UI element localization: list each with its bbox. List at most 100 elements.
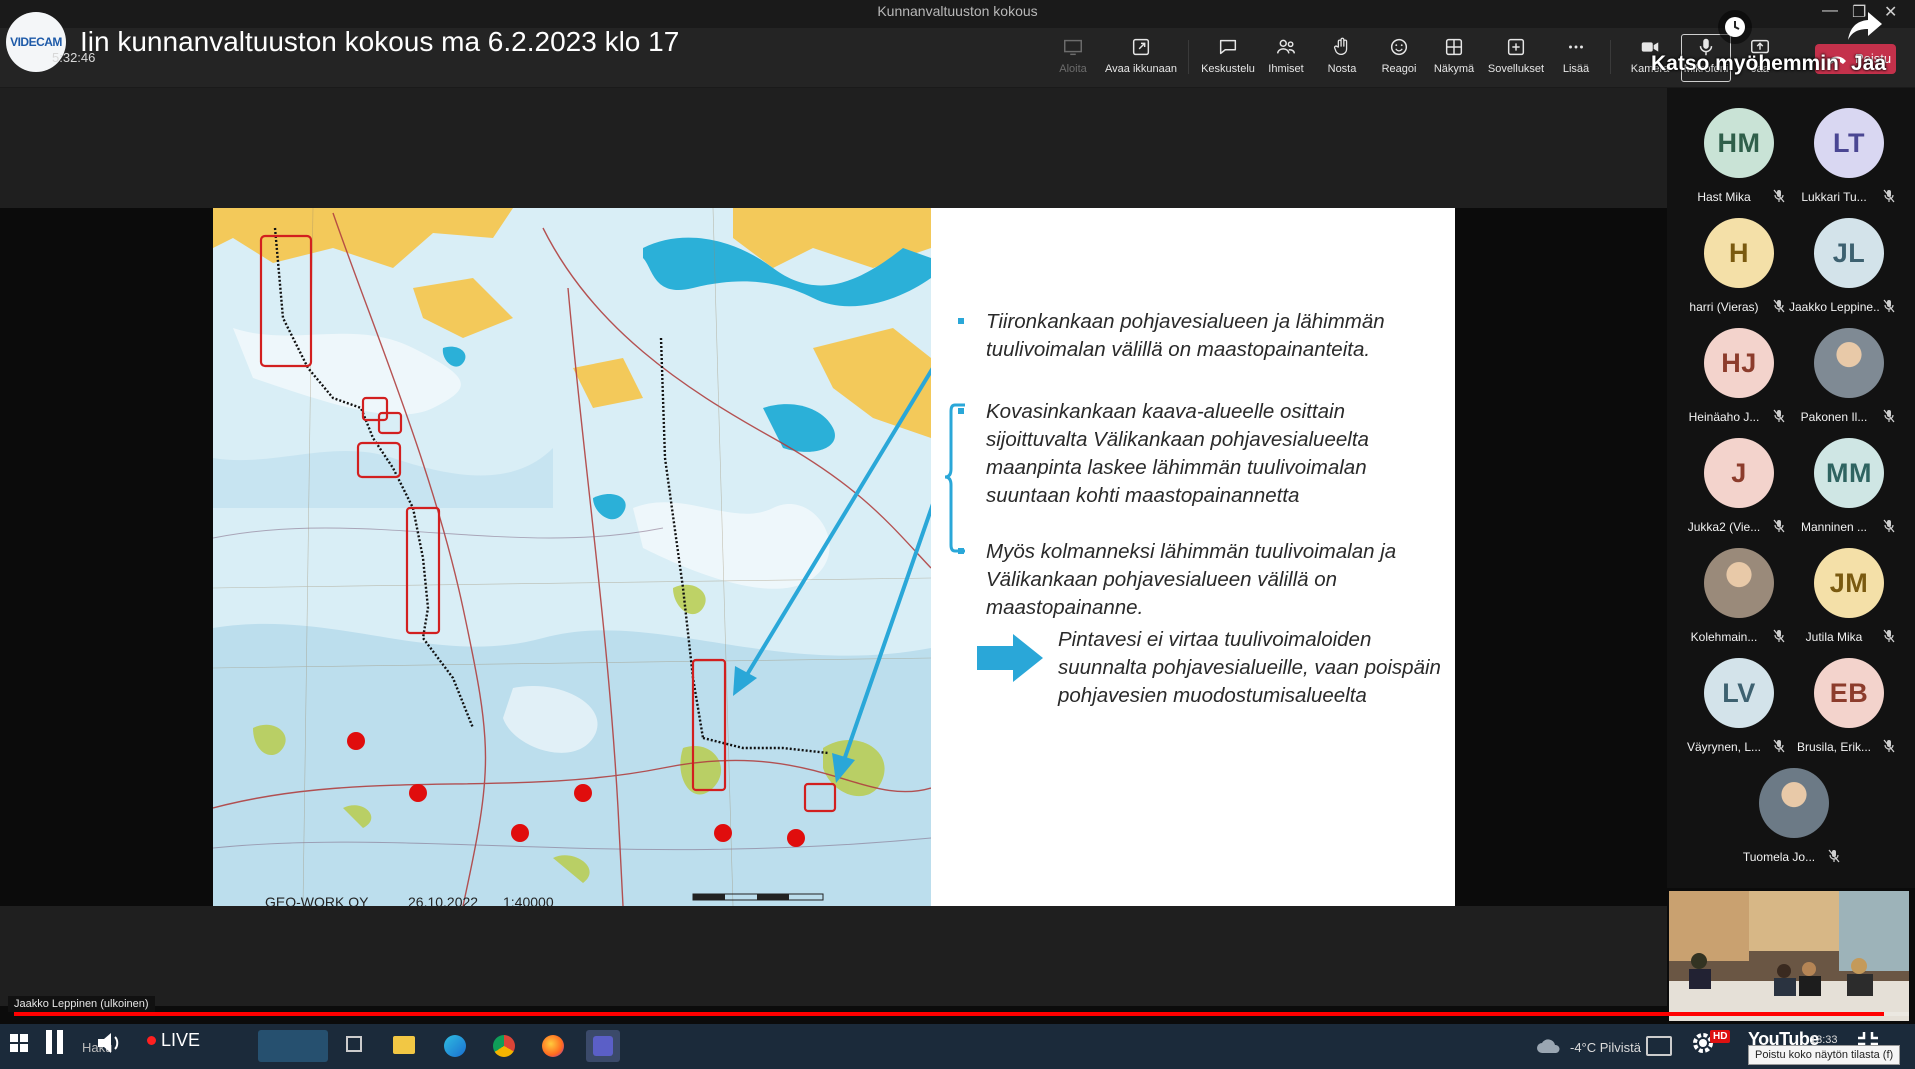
live-label[interactable]: LIVE	[161, 1030, 200, 1051]
reaction-icon	[1390, 38, 1408, 56]
watch-later-label[interactable]: Katso myöhemmin	[1651, 52, 1839, 76]
task-view-icon[interactable]	[346, 1036, 362, 1052]
meeting-title: Iin kunnanvaltuuston kokous ma 6.2.2023 …	[80, 26, 680, 57]
participant-avatar: JM	[1814, 548, 1884, 618]
participant-photo	[1814, 328, 1884, 398]
apps-plus-icon	[1507, 38, 1525, 56]
popout-label: Avaa ikkunaan	[1105, 63, 1177, 75]
participant-tile[interactable]: HJ Heinäaho J...	[1679, 328, 1789, 438]
participant-avatar: HM	[1704, 108, 1774, 178]
participant-tile[interactable]: Hharri (Vieras)	[1679, 218, 1789, 328]
popout-button[interactable]: Avaa ikkunaan	[1104, 36, 1178, 82]
people-icon	[1277, 39, 1295, 54]
participant-name: Heinäaho J...	[1688, 410, 1760, 424]
chat-button[interactable]: Keskustelu	[1198, 36, 1258, 82]
view-button[interactable]: Näkymä	[1430, 36, 1478, 82]
muted-mic-icon	[1773, 739, 1785, 753]
participant-name: Manninen ...	[1800, 520, 1868, 534]
toolbar-divider	[1610, 40, 1611, 74]
subtitles-icon[interactable]	[1646, 1036, 1672, 1056]
raise-hand-button[interactable]: Nosta	[1320, 36, 1364, 82]
bullet-text: Tiironkankaan pohjavesialueen ja lähimmä…	[986, 310, 1385, 361]
minimize-icon[interactable]: —	[1822, 2, 1838, 20]
windows-start-icon[interactable]	[10, 1034, 28, 1052]
toolbar-divider	[1188, 40, 1189, 74]
raise-hand-icon	[1334, 37, 1348, 55]
participant-name: Brusila, Erik...	[1796, 740, 1871, 754]
react-button[interactable]: Reagoi	[1376, 36, 1422, 82]
watch-later-icon[interactable]	[1718, 10, 1752, 44]
stage-background	[0, 906, 1667, 1006]
participant-avatar: LV	[1704, 658, 1774, 728]
participant-tile[interactable]: HM Hast Mika	[1679, 108, 1789, 218]
participant-photo	[1759, 768, 1829, 838]
bullet-marker	[958, 318, 964, 324]
edge-icon[interactable]	[444, 1035, 466, 1057]
stage-background	[0, 88, 1667, 208]
participant-tile[interactable]: LV Väyrynen, L...	[1679, 658, 1789, 768]
muted-mic-icon	[1773, 299, 1785, 313]
participant-name: Pakonen Il...	[1800, 410, 1868, 424]
participant-avatar: MM	[1814, 438, 1884, 508]
share-label[interactable]: Jaa	[1851, 52, 1886, 76]
participant-name: harri (Vieras)	[1689, 300, 1759, 314]
participant-tile[interactable]: LT Lukkari Tu...	[1789, 108, 1899, 218]
hd-badge: HD	[1710, 1030, 1731, 1043]
volume-icon[interactable]	[96, 1030, 124, 1056]
view-label: Näkymä	[1433, 63, 1475, 75]
pause-icon[interactable]	[44, 1030, 66, 1056]
room-camera-video[interactable]	[1669, 891, 1909, 1021]
more-button[interactable]: Lisää	[1556, 36, 1596, 82]
participant-tile[interactable]: J Jukka2 (Vie...	[1679, 438, 1789, 548]
participant-name: Jaakko Leppine...	[1789, 300, 1879, 314]
share-arrow-icon[interactable]	[1846, 8, 1886, 44]
view-grid-icon	[1445, 38, 1463, 56]
close-icon[interactable]: ✕	[1884, 2, 1897, 22]
react-label: Reagoi	[1381, 63, 1417, 75]
present-label: Aloita	[1059, 63, 1087, 75]
muted-mic-icon	[1773, 409, 1785, 423]
participant-tile[interactable]: MM Manninen ...	[1789, 438, 1899, 548]
participant-tile[interactable]: Pakonen Il...	[1789, 328, 1899, 438]
muted-mic-icon	[1883, 739, 1895, 753]
muted-mic-icon	[1883, 519, 1895, 533]
taskbar-app-button[interactable]	[258, 1030, 328, 1062]
exit-fullscreen-tooltip: Poistu koko näytön tilasta (f)	[1748, 1045, 1901, 1065]
muted-mic-icon	[1883, 629, 1895, 643]
live-dot	[147, 1036, 156, 1045]
present-button[interactable]: Aloita	[1056, 36, 1090, 82]
raise-hand-label: Nosta	[1327, 63, 1357, 75]
participant-avatar: LT	[1814, 108, 1884, 178]
apps-button[interactable]: Sovellukset	[1484, 36, 1548, 82]
muted-mic-icon	[1883, 299, 1895, 313]
participant-tile[interactable]: Tuomela Jo...	[1734, 768, 1844, 878]
teams-taskbar-button[interactable]	[586, 1030, 620, 1062]
chrome-icon[interactable]	[493, 1035, 515, 1057]
bullet-text: Myös kolmanneksi lähimmän tuulivoimalan …	[986, 540, 1397, 619]
firefox-icon[interactable]	[542, 1035, 564, 1057]
participant-avatar: HJ	[1704, 328, 1774, 398]
people-button[interactable]: Ihmiset	[1262, 36, 1310, 82]
bullet-text: Kovasinkankaan kaava-alueelle osittain s…	[986, 400, 1369, 507]
participant-tile[interactable]: EB Brusila, Erik...	[1789, 658, 1899, 768]
present-icon	[1064, 39, 1082, 56]
muted-mic-icon	[1773, 629, 1785, 643]
file-explorer-icon[interactable]	[393, 1036, 415, 1054]
muted-mic-icon	[1773, 189, 1785, 203]
groundwater-map: GEO-WORK OY 26.10.2022 1:40000	[213, 208, 931, 906]
participant-tile[interactable]: Kolehmain...	[1679, 548, 1789, 658]
participant-name: Lukkari Tu...	[1801, 190, 1867, 204]
muted-mic-icon	[1883, 189, 1895, 203]
participant-name: Kolehmain...	[1690, 630, 1758, 644]
slide-callout: Pintavesi ei virtaa tuulivoimaloiden suu…	[1058, 628, 1441, 707]
cloud-icon	[1536, 1038, 1562, 1054]
participant-avatar: EB	[1814, 658, 1884, 728]
participant-tile[interactable]: JM Jutila Mika	[1789, 548, 1899, 658]
participant-name: Jukka2 (Vie...	[1687, 520, 1761, 534]
participant-name: Tuomela Jo...	[1742, 850, 1816, 864]
muted-mic-icon	[1883, 409, 1895, 423]
more-label: Lisää	[1562, 63, 1590, 75]
window-title-bar: Kunnanvaltuuston kokous — ❐ ✕	[0, 0, 1915, 28]
chat-icon	[1219, 39, 1237, 55]
participant-tile[interactable]: JL Jaakko Leppine...	[1789, 218, 1899, 328]
